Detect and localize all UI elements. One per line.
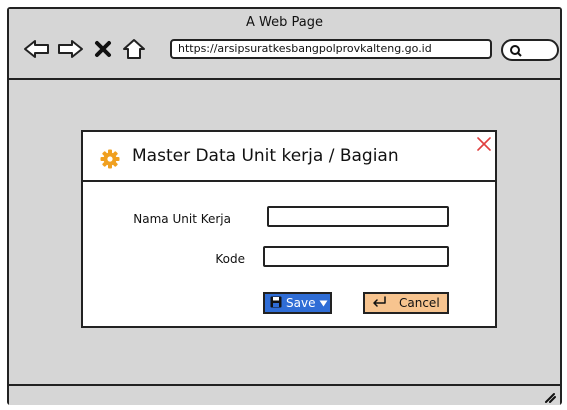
cancel-button[interactable]: Cancel	[363, 292, 449, 314]
floppy-disk-icon	[270, 296, 282, 311]
url-bar[interactable]: https://arsipsuratkesbangpolprovkalteng.…	[170, 39, 492, 59]
save-button[interactable]: Save	[263, 292, 332, 314]
save-button-label: Save	[286, 296, 316, 310]
cancel-button-label: Cancel	[399, 296, 440, 310]
back-arrow-icon[interactable]	[23, 39, 51, 63]
stop-icon[interactable]	[94, 40, 112, 62]
forward-arrow-icon[interactable]	[56, 39, 84, 63]
master-data-dialog: Master Data Unit kerja / Bagian Nama Uni…	[81, 130, 497, 328]
chevron-down-icon	[319, 296, 328, 310]
browser-window: A Web Page https://arsipsuratkesbangpolp…	[7, 7, 562, 405]
kode-label: Kode	[215, 252, 245, 266]
search-field[interactable]	[501, 39, 559, 61]
dialog-title: Master Data Unit kerja / Bagian	[132, 146, 399, 166]
return-arrow-icon	[371, 295, 387, 311]
close-icon[interactable]	[477, 136, 491, 155]
browser-toolbar: A Web Page https://arsipsuratkesbangpolp…	[9, 9, 560, 80]
nama-unit-kerja-label: Nama Unit Kerja	[133, 212, 231, 226]
window-title: A Web Page	[246, 15, 323, 30]
home-icon[interactable]	[122, 38, 146, 64]
search-icon	[509, 43, 523, 62]
dialog-header: Master Data Unit kerja / Bagian	[83, 132, 495, 182]
resize-grip-icon[interactable]	[542, 388, 556, 407]
gear-icon	[100, 149, 120, 173]
kode-input[interactable]	[263, 246, 449, 267]
status-bar	[9, 384, 560, 405]
nama-unit-kerja-input[interactable]	[267, 206, 449, 227]
